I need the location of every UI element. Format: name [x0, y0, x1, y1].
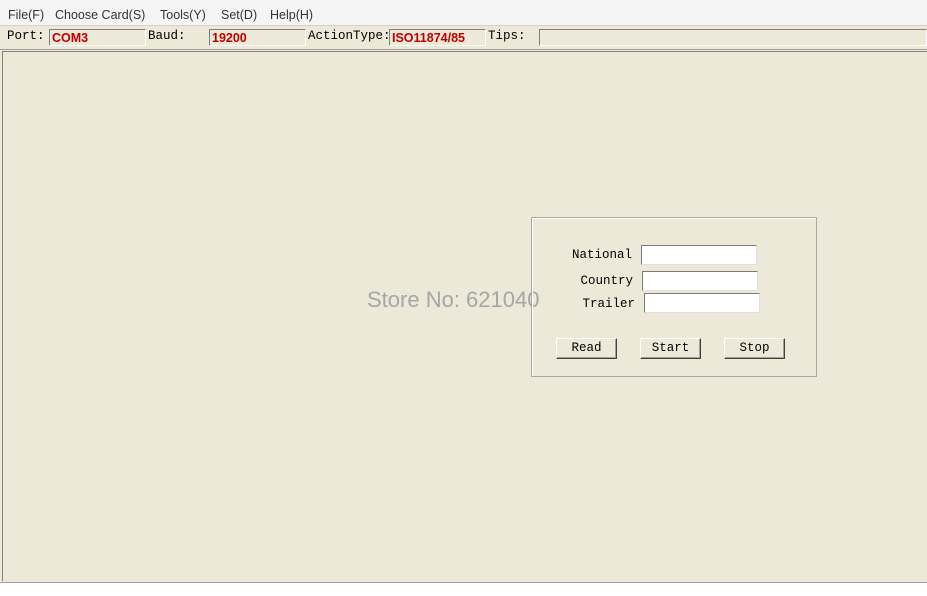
- country-input[interactable]: [642, 271, 758, 291]
- menu-bar: File(F) Choose Card(S) Tools(Y) Set(D) H…: [0, 0, 927, 26]
- tips-value: [539, 29, 927, 46]
- trailer-input[interactable]: [644, 293, 760, 313]
- port-label: Port:: [7, 29, 45, 43]
- action-type-value: ISO11874/85: [389, 29, 486, 46]
- start-button[interactable]: Start: [640, 338, 701, 359]
- stop-button[interactable]: Stop: [724, 338, 785, 359]
- action-type-label: ActionType:: [308, 29, 391, 43]
- national-label: National: [571, 248, 632, 262]
- status-bar: Port: COM3 Baud: 19200 ActionType: ISO11…: [0, 26, 927, 50]
- national-input[interactable]: [641, 245, 757, 265]
- menu-file[interactable]: File(F): [8, 8, 44, 22]
- menu-help[interactable]: Help(H): [270, 8, 313, 22]
- watermark-text: Store No: 621040: [367, 287, 540, 312]
- baud-label: Baud:: [148, 29, 186, 43]
- tips-label: Tips:: [488, 29, 526, 43]
- baud-value: 19200: [209, 29, 306, 46]
- port-value: COM3: [49, 29, 146, 46]
- trailer-label: Trailer: [582, 297, 635, 311]
- menu-set[interactable]: Set(D): [221, 8, 257, 22]
- read-button[interactable]: Read: [556, 338, 617, 359]
- country-label: Country: [580, 274, 633, 288]
- menu-choose-card[interactable]: Choose Card(S): [55, 8, 145, 22]
- bottom-status-strip: [0, 582, 927, 596]
- menu-tools[interactable]: Tools(Y): [160, 8, 206, 22]
- card-form-panel: National Country Trailer Read Start Stop: [531, 217, 817, 377]
